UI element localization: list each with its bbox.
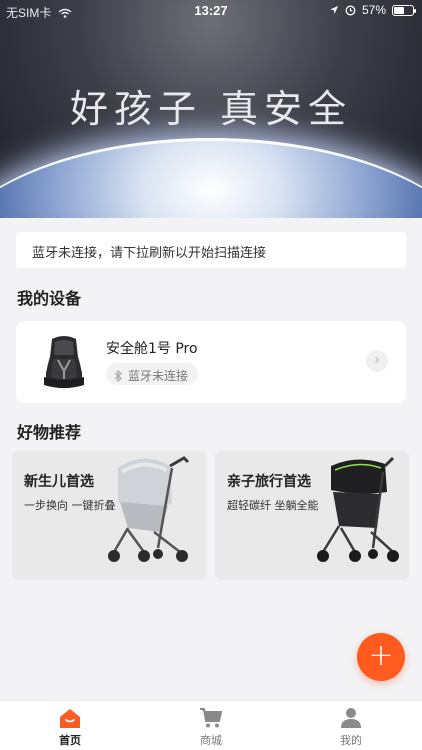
alarm-icon: [345, 5, 356, 15]
tab-bar: 首页 商城 我的: [0, 700, 422, 750]
stroller-light-image: [108, 456, 190, 562]
tab-home[interactable]: 首页: [30, 707, 110, 748]
status-bar: 无SIM卡 13:27 57%: [0, 0, 422, 22]
profile-icon: [341, 708, 361, 728]
chevron-right-icon[interactable]: ›: [366, 350, 388, 372]
devices-section-title: 我的设备: [17, 289, 82, 308]
bluetooth-icon: [114, 369, 122, 382]
product-title: 亲子旅行首选: [227, 474, 311, 490]
add-device-button[interactable]: +: [357, 633, 405, 681]
device-status-badge: 蓝牙未连接: [106, 363, 199, 385]
battery-percent: 57%: [361, 3, 386, 17]
home-icon: [60, 709, 80, 728]
device-name: 安全舱1号 Pro: [106, 341, 198, 357]
cart-icon: [200, 708, 223, 728]
product-title: 新生儿首选: [24, 474, 94, 490]
product-card-travel[interactable]: 亲子旅行首选 超轻碳纤 坐躺全能: [215, 451, 409, 580]
hero-title: 好孩子 真安全: [69, 87, 353, 131]
hero-banner: 好孩子 真安全: [0, 0, 422, 218]
recommend-section-title: 好物推荐: [17, 423, 82, 442]
battery-icon: [392, 4, 416, 16]
tab-profile[interactable]: 我的: [311, 707, 391, 748]
location-arrow-icon: [329, 6, 338, 14]
product-card-newborn[interactable]: 新生儿首选 一步换向 一键折叠: [12, 451, 206, 580]
tab-mall[interactable]: 商城: [171, 707, 251, 748]
bluetooth-notice: 蓝牙未连接，请下拉刷新以开始扫描连接: [16, 232, 406, 268]
car-seat-image: [44, 336, 84, 388]
device-card[interactable]: 安全舱1号 Pro 蓝牙未连接 ›: [16, 321, 406, 403]
stroller-dark-image: [317, 456, 399, 562]
